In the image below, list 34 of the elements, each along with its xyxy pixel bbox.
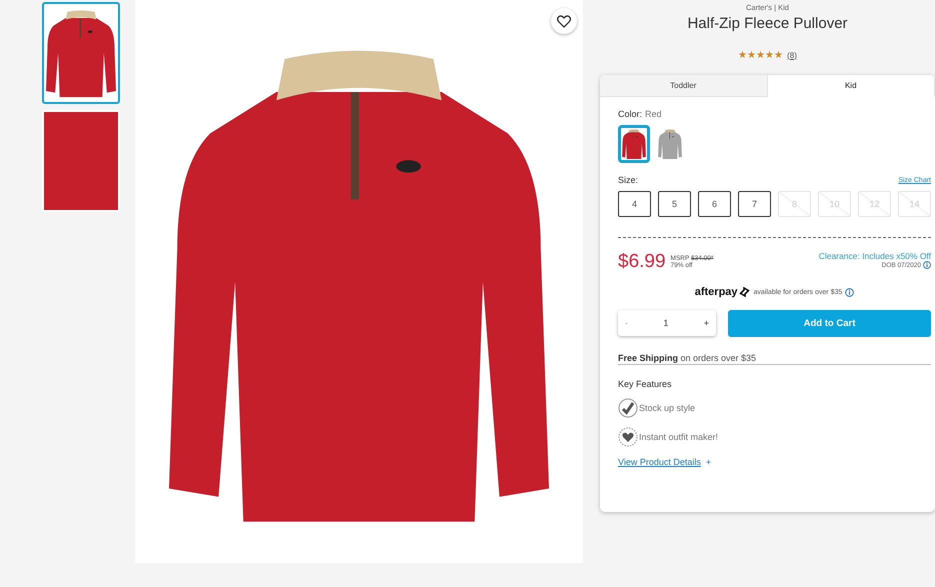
sweater-drawing [658,129,682,159]
color-value: Red [645,109,662,119]
quantity-value[interactable]: 1 [663,318,668,328]
increase-button[interactable]: + [700,318,712,328]
star-rating: ★★★★★ [738,49,784,61]
info-icon[interactable] [845,288,854,296]
size-group-tab[interactable]: Kid [768,75,935,97]
afterpay-logo: afterpay [694,286,738,298]
feature-text: Instant outfit maker! [639,432,718,442]
size-option[interactable]: 7 [738,191,771,217]
size-option[interactable]: 4 [618,191,651,217]
sale-price: $6.99 [618,251,666,273]
info-icon[interactable] [923,261,931,269]
color-swatch[interactable] [618,125,650,163]
sweater-drawing [622,129,646,159]
size-option[interactable]: 5 [658,191,691,217]
product-title: Half-Zip Fleece Pullover [687,15,848,32]
shipping-note: Free Shipping on orders over $35 [618,353,931,365]
arrows-icon [738,287,751,297]
thumbnail[interactable] [42,110,120,212]
size-group-tab[interactable]: Toddler [600,75,768,97]
size-label: Size: [618,175,638,185]
heart-badge-icon [618,427,638,447]
expand-plus[interactable]: + [706,457,712,467]
color-label: Color: [618,109,642,119]
size-option[interactable]: 6 [698,191,731,217]
feature-text: Stock up style [639,403,696,413]
clearance-text: Clearance: Includes x50% Off [818,251,931,261]
review-count-link[interactable]: (8) [787,50,797,60]
product-details-link[interactable]: View Product Details [618,457,701,467]
heart-icon [557,14,571,28]
check-badge-icon [618,398,638,418]
key-features-heading: Key Features [618,379,673,389]
favorite-button[interactable] [551,8,577,34]
